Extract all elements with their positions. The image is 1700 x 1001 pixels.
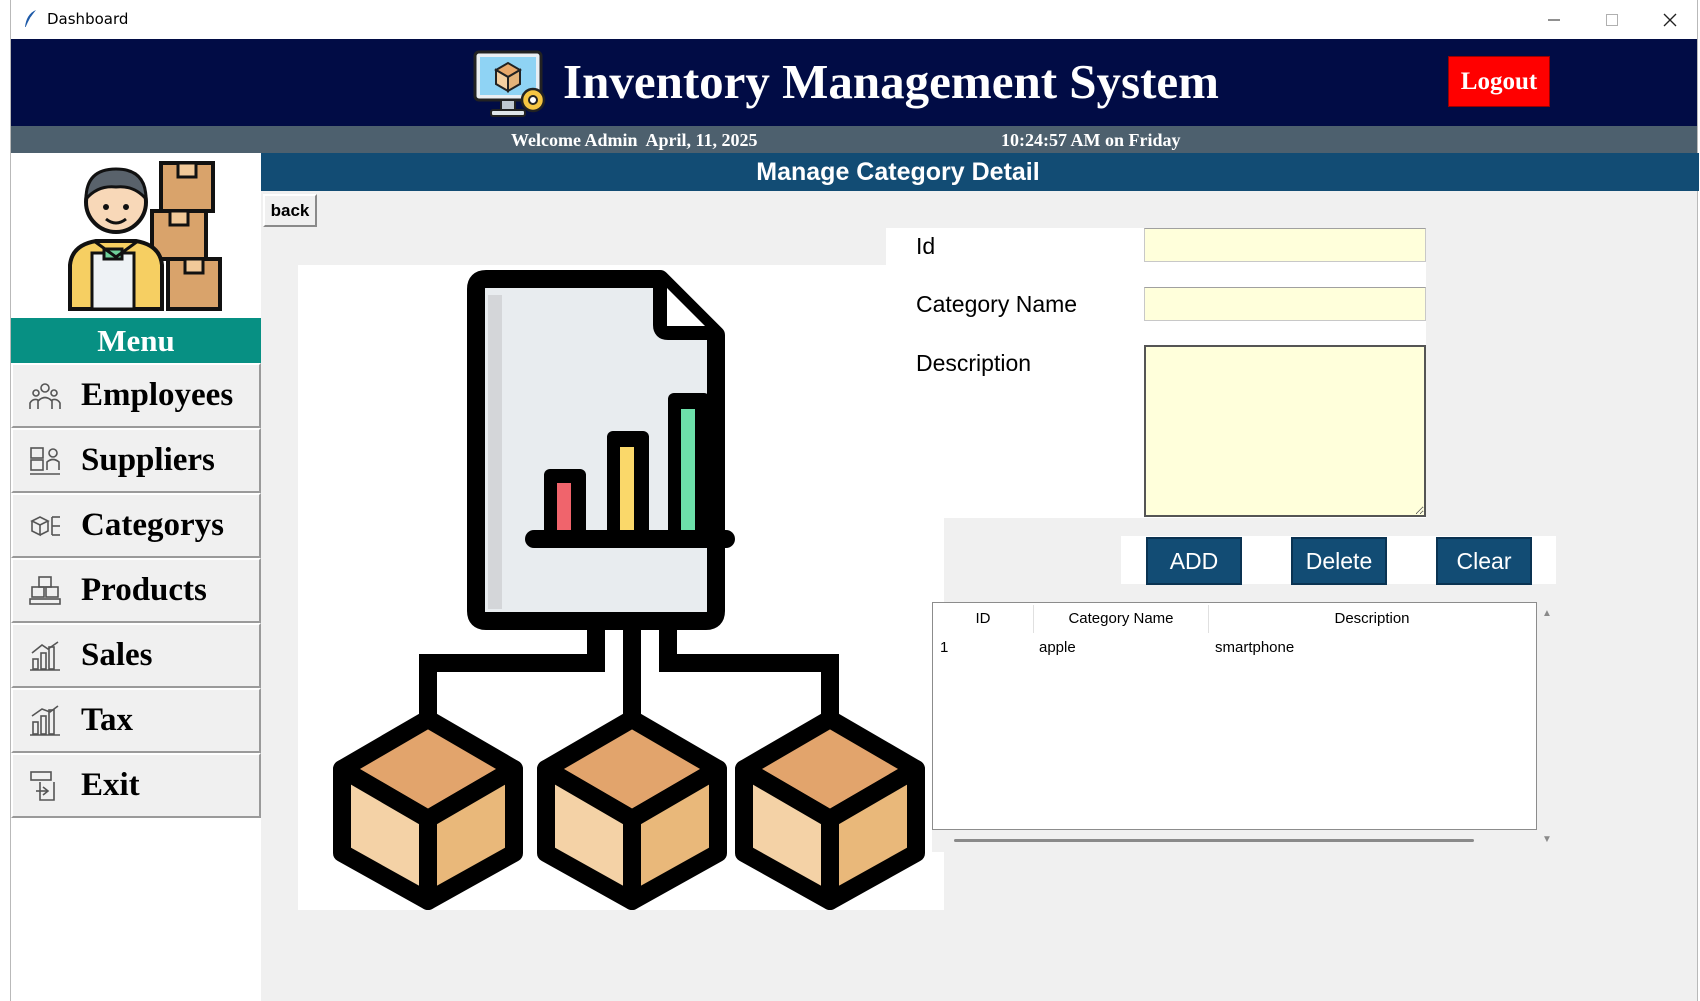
menu-item-exit[interactable]: Exit (11, 753, 261, 818)
computer-gear-box-icon (473, 50, 546, 117)
table-header: ID Category Name Description (933, 603, 1536, 635)
cell-description: smartphone (1215, 639, 1295, 656)
delete-button[interactable]: Delete (1291, 537, 1387, 585)
menu-label: Employees (81, 377, 234, 413)
menu-item-suppliers[interactable]: Suppliers (11, 428, 261, 493)
close-button[interactable] (1641, 0, 1699, 39)
clear-button[interactable]: Clear (1436, 537, 1532, 585)
horizontal-scrollbar[interactable] (932, 830, 1537, 852)
menu-label: Tax (81, 702, 133, 738)
logout-button[interactable]: Logout (1448, 56, 1550, 107)
column-header-category-name[interactable]: Category Name (1034, 610, 1208, 627)
back-button[interactable]: back (263, 194, 317, 227)
menu-item-products[interactable]: Products (11, 558, 261, 623)
minimize-button[interactable] (1525, 0, 1583, 39)
category-name-field[interactable] (1144, 287, 1426, 321)
delivery-person-boxes-icon (68, 161, 222, 311)
maximize-icon (1606, 13, 1618, 26)
minimize-icon (1548, 19, 1560, 20)
category-hierarchy-illustration (333, 270, 925, 910)
menu-label: Categorys (81, 507, 224, 543)
employees-icon (29, 382, 61, 409)
app-header: Inventory Management System Logout (11, 39, 1697, 126)
menu-label: Sales (81, 637, 153, 673)
vertical-scrollbar[interactable]: ▲ ▼ (1537, 602, 1557, 850)
scroll-down-icon[interactable]: ▼ (1542, 834, 1552, 845)
category-name-label: Category Name (916, 291, 1078, 317)
menu-label: Exit (81, 767, 140, 803)
menu-list: Employees Suppliers Categorys Products S… (11, 363, 261, 818)
categories-icon (30, 515, 60, 536)
close-icon (1663, 13, 1677, 26)
cell-category-name: apple (1039, 639, 1076, 656)
welcome-text: Welcome Admin April, 11, 2025 (511, 130, 758, 150)
scrollbar-thumb[interactable] (954, 839, 1474, 842)
category-form: Id Category Name Description (886, 228, 1426, 518)
menu-item-tax[interactable]: Tax (11, 688, 261, 753)
app-window: Dashboard Inventory Management System Lo… (10, 0, 1699, 1001)
menu-item-sales[interactable]: Sales (11, 623, 261, 688)
menu-item-categorys[interactable]: Categorys (11, 493, 261, 558)
app-title: Inventory Management System (563, 54, 1219, 109)
menu-title: Menu (11, 318, 261, 363)
menu-label: Products (81, 572, 207, 608)
suppliers-icon (30, 446, 60, 475)
table-row[interactable]: 1 apple smartphone (933, 636, 1536, 660)
feather-icon (25, 10, 36, 28)
products-icon (29, 575, 61, 605)
column-header-description[interactable]: Description (1209, 610, 1535, 627)
category-illustration (298, 265, 944, 910)
tax-icon (30, 704, 60, 736)
status-bar: Welcome Admin April, 11, 2025 10:24:57 A… (11, 126, 1697, 153)
maximize-button[interactable] (1583, 0, 1641, 39)
id-field[interactable] (1144, 228, 1426, 262)
window-title: Dashboard (47, 10, 129, 28)
menu-item-employees[interactable]: Employees (11, 363, 261, 428)
section-title: Manage Category Detail (261, 153, 1699, 191)
category-table: ID Category Name Description 1 apple sma… (932, 602, 1537, 830)
clock-text: 10:24:57 AM on Friday (1001, 130, 1181, 150)
action-buttons: ADD Delete Clear (1121, 536, 1556, 585)
id-label: Id (916, 233, 936, 259)
cell-id: 1 (940, 639, 949, 656)
column-header-id[interactable]: ID (933, 610, 1033, 627)
description-label: Description (916, 350, 1032, 376)
add-button[interactable]: ADD (1146, 537, 1242, 585)
exit-icon (30, 770, 55, 801)
scroll-up-icon[interactable]: ▲ (1542, 608, 1552, 619)
menu-label: Suppliers (81, 442, 215, 478)
description-field[interactable] (1144, 345, 1426, 517)
sales-icon (30, 640, 60, 671)
title-bar: Dashboard (11, 0, 1697, 39)
sidebar: Menu Employees Suppliers Categorys Produ… (11, 153, 261, 1001)
